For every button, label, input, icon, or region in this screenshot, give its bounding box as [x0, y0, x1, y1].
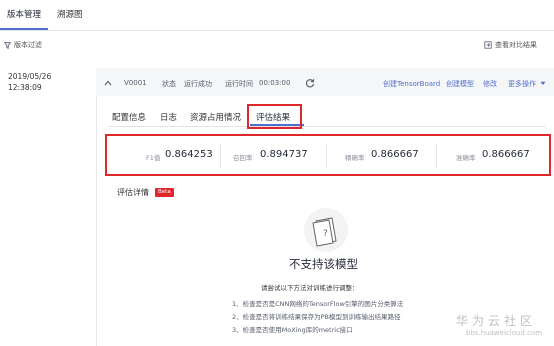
metric-divider	[220, 144, 221, 168]
svg-text:?: ?	[323, 229, 328, 239]
chevron-up-icon[interactable]	[104, 80, 112, 86]
tip-item: 1、检查是否是CNN网络的TensorFlow引擎的图片分类算法	[232, 300, 404, 308]
metric-divider	[436, 144, 437, 168]
compare-icon	[484, 41, 492, 49]
tab-resource-usage[interactable]: 资源占用情况	[190, 111, 241, 123]
metric-divider	[326, 144, 327, 168]
more-actions-link[interactable]: 更多操作	[508, 79, 536, 89]
highlight-box-tab	[247, 104, 302, 129]
chevron-down-icon[interactable]	[540, 81, 546, 86]
metric-recall-value: 0.894737	[260, 149, 308, 160]
metric-precision-label: 精确率	[345, 154, 365, 162]
create-tensorboard-link[interactable]: 创建TensorBoard	[383, 79, 440, 89]
tip-item: 3、检查是否使用MoXing库的metric接口	[232, 326, 353, 334]
metric-precision-value: 0.866667	[371, 149, 419, 160]
runtime-label: 运行时间	[225, 80, 253, 88]
watermark-url: bbs.huaweicloud.com	[466, 329, 543, 337]
tab-config-info[interactable]: 配置信息	[112, 111, 146, 123]
tab-log[interactable]: 日志	[160, 111, 177, 123]
version-date[interactable]: 2019/05/26	[8, 72, 51, 81]
metric-f1-value: 0.864253	[165, 149, 213, 160]
tab-version-management[interactable]: 版本管理	[7, 8, 41, 20]
create-model-link[interactable]: 创建模型	[446, 79, 474, 89]
refresh-icon[interactable]	[305, 78, 315, 88]
filter-label: 版本过滤	[14, 41, 42, 49]
tip-item: 2、检查是否将训练结果保存为PB模型到训练输出结果路径	[232, 313, 401, 321]
unsupported-title: 不支持该模型	[289, 257, 358, 271]
watermark-brand: 华为云社区	[456, 314, 537, 328]
version-id: V0001	[124, 79, 147, 87]
version-filter[interactable]: 版本过滤	[4, 40, 42, 50]
version-time[interactable]: 12:38:09	[8, 83, 42, 92]
metric-f1-label: F1值	[146, 154, 161, 162]
beta-badge: Beta	[155, 188, 174, 197]
suggestion-heading: 请尝试以下方法对训练进行调整：	[261, 284, 359, 292]
view-compare-link[interactable]: 查看对比结果	[484, 40, 537, 50]
tabs-divider	[108, 126, 546, 127]
status-label: 状态	[162, 80, 176, 88]
active-tab-indicator	[0, 28, 48, 30]
metric-recall-label: 召回率	[233, 154, 253, 162]
metric-accuracy-label: 准确率	[456, 154, 476, 162]
modify-link[interactable]: 修改	[483, 79, 497, 89]
status-value: 运行成功	[184, 80, 212, 88]
eval-details-title: 评估详情	[117, 188, 149, 197]
top-tab-bar	[0, 0, 554, 31]
unsupported-model-icon: ?	[304, 208, 348, 252]
compare-label: 查看对比结果	[495, 41, 537, 49]
runtime-value: 00:03:00	[259, 79, 291, 87]
filter-icon	[4, 41, 11, 49]
tab-lineage[interactable]: 溯源图	[57, 8, 83, 20]
metric-accuracy-value: 0.866667	[482, 149, 530, 160]
